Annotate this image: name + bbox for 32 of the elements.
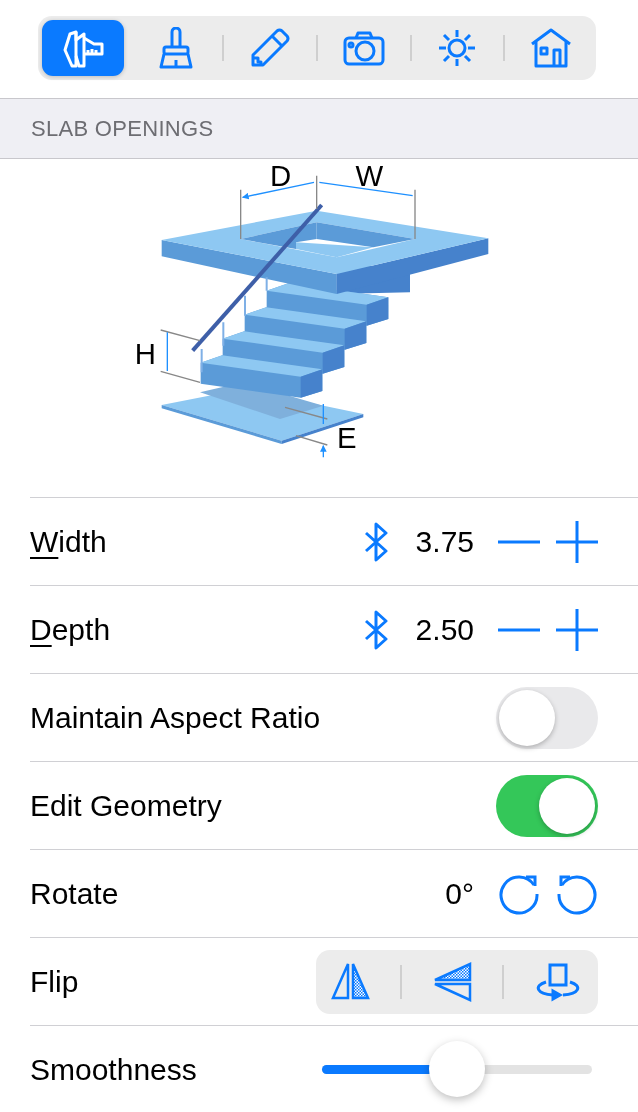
- pencil-icon: [250, 28, 291, 68]
- row-label: Flip: [30, 964, 79, 1000]
- increment-button[interactable]: [556, 520, 598, 563]
- dimension-label: D: [270, 159, 292, 193]
- value-text: 3.75: [415, 524, 474, 560]
- brush-icon: [158, 27, 195, 69]
- flip-horizontal-button[interactable]: [330, 961, 371, 1002]
- dimension-label: E: [336, 421, 357, 455]
- dimension-label: W: [355, 159, 384, 193]
- row-label: Rotate: [30, 876, 119, 912]
- angle-value: 0°: [445, 876, 474, 912]
- section-title: SLAB OPENINGS: [31, 115, 214, 143]
- sun-icon: [437, 28, 478, 68]
- decrement-button[interactable]: [498, 627, 540, 632]
- increment-button[interactable]: [556, 608, 598, 651]
- row-label: Maintain Aspect Ratio: [30, 700, 321, 736]
- camera-icon: [342, 30, 385, 66]
- rotate-counterclockwise-button[interactable]: [556, 872, 598, 915]
- row-label: Width: [30, 524, 107, 560]
- rotate-clockwise-button[interactable]: [498, 872, 540, 915]
- row-label: Depth: [30, 612, 111, 648]
- toggle-switch[interactable]: [496, 774, 598, 837]
- toolbar-button[interactable]: [42, 20, 124, 76]
- toggle-switch[interactable]: [496, 686, 598, 749]
- value-text: 2.50: [415, 612, 474, 648]
- dimension-label: H: [134, 337, 156, 370]
- row-label: Smoothness: [30, 1052, 197, 1088]
- slider-thumb[interactable]: [429, 1041, 485, 1097]
- flip-vertical-button[interactable]: [432, 961, 472, 1002]
- house-icon: [530, 28, 573, 68]
- row-label: Edit Geometry: [30, 788, 222, 824]
- decrement-button[interactable]: [498, 539, 540, 544]
